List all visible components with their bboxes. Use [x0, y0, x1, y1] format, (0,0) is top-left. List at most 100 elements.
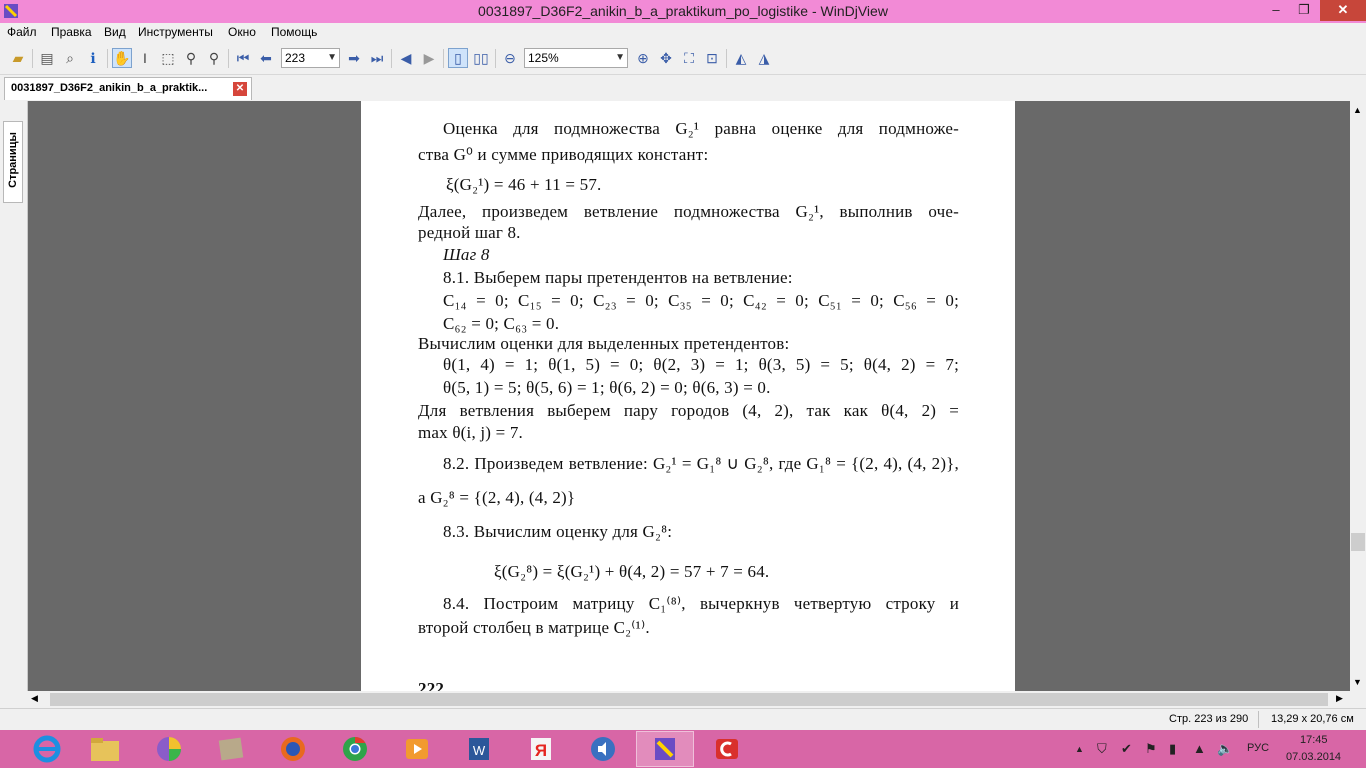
- language-indicator[interactable]: РУС: [1247, 742, 1269, 754]
- toolbar-separator: [495, 49, 496, 68]
- text-line: Вычислим оценки для выделенных претенден…: [418, 334, 790, 353]
- horizontal-scroll-thumb[interactable]: [50, 693, 1328, 706]
- forward-icon[interactable]: ▶: [419, 48, 439, 68]
- menu-window[interactable]: Окно: [228, 25, 256, 39]
- shield-icon[interactable]: ⛉: [1097, 741, 1107, 757]
- zoom-out-icon[interactable]: ⊖: [500, 48, 520, 68]
- text-line: 8.1. Выберем пары претендентов на ветвле…: [443, 268, 793, 287]
- text-select-icon[interactable]: I: [135, 48, 155, 68]
- internet-explorer-icon[interactable]: [18, 731, 76, 767]
- pages-panel-tab[interactable]: Страницы: [3, 121, 23, 203]
- page-number-value: 223: [285, 51, 306, 65]
- formula-line: θ(1, 4) = 1; θ(1, 5) = 0; θ(2, 3) = 1; θ…: [443, 355, 959, 374]
- menu-tools[interactable]: Инструменты: [138, 25, 213, 39]
- audio-icon[interactable]: [574, 731, 632, 767]
- rotate-right-icon[interactable]: ◮: [754, 48, 774, 68]
- tab-bar: 0031897_D36F2_anikin_b_a_praktik... ✕: [0, 75, 1366, 101]
- network-icon[interactable]: ▲: [1193, 741, 1206, 756]
- vertical-scrollbar[interactable]: ▲ ▼: [1350, 101, 1366, 691]
- formula-line: ξ(G₂⁸) = ξ(G₂¹) + θ(4, 2) = 57 + 7 = 64.: [494, 562, 770, 581]
- horizontal-scrollbar[interactable]: ◀ ▶: [28, 691, 1350, 708]
- chrome-icon[interactable]: [326, 731, 384, 767]
- text-line: а G₂⁸ = {(2, 4), (4, 2)}: [418, 488, 576, 507]
- clock-date[interactable]: 07.03.2014: [1286, 751, 1341, 763]
- text-line: 8.3. Вычислим оценку для G₂⁸:: [443, 522, 673, 541]
- toolbar-separator: [228, 49, 229, 68]
- volume-icon[interactable]: 🔈: [1217, 741, 1233, 757]
- rotate-left-icon[interactable]: ◭: [731, 48, 751, 68]
- vertical-scroll-thumb[interactable]: [1351, 533, 1365, 551]
- last-page-icon[interactable]: ⏭: [367, 48, 387, 68]
- open-folder-icon[interactable]: ▰: [8, 48, 28, 68]
- find-icon[interactable]: ⌕: [60, 48, 80, 68]
- clock-time[interactable]: 17:45: [1300, 734, 1328, 746]
- word-icon[interactable]: W: [450, 731, 508, 767]
- side-panel: Страницы: [0, 101, 28, 691]
- actual-size-icon[interactable]: ⊡: [702, 48, 722, 68]
- text-line: ства G⁰ и сумме приводящих констант:: [418, 145, 709, 164]
- media-player-icon[interactable]: [388, 731, 446, 767]
- zoom-rect-icon[interactable]: ⚲: [181, 48, 201, 68]
- formula-line: C₁₄ = 0; C₁₅ = 0; C₂₃ = 0; C₃₅ = 0; C₄₂ …: [443, 291, 959, 310]
- back-icon[interactable]: ◀: [396, 48, 416, 68]
- formula-line: ξ(G₂¹) = 46 + 11 = 57.: [446, 175, 602, 194]
- chevron-down-icon[interactable]: ▼: [327, 49, 337, 67]
- flag-icon[interactable]: ⚑: [1145, 741, 1157, 757]
- formula-line: C₆₂ = 0; C₆₃ = 0.: [443, 314, 560, 333]
- windjview-task-icon[interactable]: [636, 731, 694, 767]
- minimize-button[interactable]: –: [1262, 0, 1290, 21]
- document-page: Оценка для подмножества G₂¹ равна оценке…: [361, 101, 1015, 691]
- prev-page-icon[interactable]: ⬅: [256, 48, 276, 68]
- scroll-left-icon[interactable]: ◀: [31, 693, 38, 704]
- zoom-in-icon[interactable]: ⊕: [633, 48, 653, 68]
- maximize-button[interactable]: ❐: [1290, 0, 1318, 21]
- info-icon[interactable]: ℹ: [83, 48, 103, 68]
- text-line: второй столбец в матрице C₂⁽¹⁾.: [418, 618, 650, 637]
- toolbar-separator: [391, 49, 392, 68]
- picasa-icon[interactable]: [140, 731, 198, 767]
- svg-text:Я: Я: [535, 741, 547, 760]
- menu-view[interactable]: Вид: [104, 25, 126, 39]
- close-button[interactable]: ✕: [1320, 0, 1366, 21]
- toolbar-separator: [32, 49, 33, 68]
- window-title: 0031897_D36F2_anikin_b_a_praktikum_po_lo…: [478, 3, 888, 19]
- scroll-right-icon[interactable]: ▶: [1336, 693, 1343, 704]
- security-check-icon[interactable]: ✔: [1121, 741, 1132, 757]
- fit-width-icon[interactable]: ✥: [656, 48, 676, 68]
- scroll-down-icon[interactable]: ▼: [1353, 677, 1362, 687]
- rect-select-icon[interactable]: ⬚: [158, 48, 178, 68]
- first-page-icon[interactable]: ⏮: [233, 48, 253, 68]
- file-explorer-icon[interactable]: [76, 731, 134, 767]
- zoom-combo[interactable]: 125% ▼: [524, 48, 628, 68]
- app-red-icon[interactable]: [698, 731, 756, 767]
- document-view[interactable]: Оценка для подмножества G₂¹ равна оценке…: [28, 101, 1350, 691]
- status-page-size: 13,29 x 20,76 см: [1271, 713, 1354, 725]
- formula-line: θ(5, 1) = 5; θ(5, 6) = 1; θ(6, 2) = 0; θ…: [443, 378, 771, 397]
- fit-page-icon[interactable]: ⛶: [679, 48, 699, 68]
- battery-icon[interactable]: ▮: [1169, 741, 1176, 757]
- menu-help[interactable]: Помощь: [271, 25, 317, 39]
- text-line: редной шаг 8.: [418, 223, 521, 242]
- text-line: Оценка для подмножества G₂¹ равна оценке…: [443, 119, 959, 138]
- tab-close-icon[interactable]: ✕: [233, 82, 247, 96]
- magnifier-icon[interactable]: ⚲: [204, 48, 224, 68]
- menu-file[interactable]: Файл: [7, 25, 37, 39]
- document-tab[interactable]: 0031897_D36F2_anikin_b_a_praktik... ✕: [4, 77, 252, 100]
- tray-expand-icon[interactable]: ▲: [1075, 744, 1084, 754]
- toolbar-separator: [726, 49, 727, 68]
- hand-tool-icon[interactable]: ✋: [112, 48, 132, 68]
- single-page-icon[interactable]: ▯: [448, 48, 468, 68]
- chevron-down-icon[interactable]: ▼: [615, 49, 625, 67]
- status-separator: [1258, 711, 1259, 728]
- scroll-up-icon[interactable]: ▲: [1353, 105, 1362, 115]
- two-page-icon[interactable]: ▯▯: [471, 48, 491, 68]
- print-icon[interactable]: ▤: [37, 48, 57, 68]
- zoom-value: 125%: [528, 51, 559, 65]
- yandex-icon[interactable]: Я: [512, 731, 570, 767]
- image-viewer-icon[interactable]: [202, 731, 260, 767]
- menu-edit[interactable]: Правка: [51, 25, 92, 39]
- next-page-icon[interactable]: ➡: [344, 48, 364, 68]
- document-tab-label: 0031897_D36F2_anikin_b_a_praktik...: [11, 82, 208, 94]
- firefox-icon[interactable]: [264, 731, 322, 767]
- page-number-combo[interactable]: 223 ▼: [281, 48, 340, 68]
